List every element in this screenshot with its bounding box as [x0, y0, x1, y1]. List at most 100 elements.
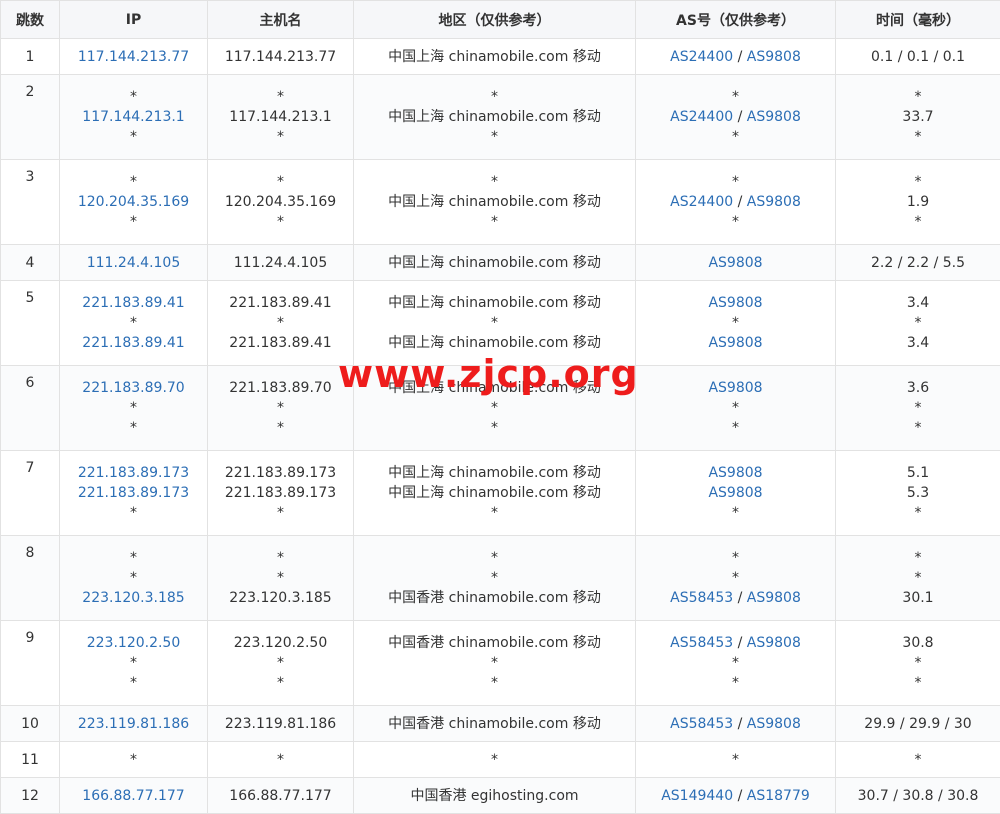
- hostname-text: *: [208, 418, 353, 438]
- hostname-cell: 223.119.81.186: [208, 706, 354, 742]
- table-row: 4111.24.4.105111.24.4.105中国上海 chinamobil…: [1, 245, 1000, 281]
- time-text: 3.6: [836, 378, 1000, 398]
- region-text: 中国上海 chinamobile.com 移动: [354, 293, 635, 313]
- as-link[interactable]: AS9808: [747, 635, 801, 651]
- region-text: *: [354, 750, 635, 770]
- hostname-text: 223.120.2.50: [208, 633, 353, 653]
- ip-cell: 223.119.81.186: [60, 706, 208, 742]
- time-cell: 29.9 / 29.9 / 30: [836, 706, 1000, 742]
- time-cell: 3.6**: [836, 366, 1000, 451]
- hostname-cell: 221.183.89.41*221.183.89.41: [208, 281, 354, 366]
- time-text: *: [836, 750, 1000, 770]
- as-link[interactable]: AS18779: [747, 788, 810, 804]
- as-separator: /: [733, 49, 747, 65]
- ip-text: *: [60, 172, 207, 192]
- hostname-cell: 221.183.89.70**: [208, 366, 354, 451]
- region-text: 中国上海 chinamobile.com 移动: [354, 253, 635, 273]
- as-text: *: [732, 129, 739, 145]
- ip-link[interactable]: 223.119.81.186: [60, 714, 207, 734]
- hostname-text: *: [208, 212, 353, 232]
- ip-link[interactable]: 117.144.213.1: [60, 107, 207, 127]
- as-text: *: [732, 400, 739, 416]
- time-text: *: [836, 653, 1000, 673]
- hostname-text: 223.119.81.186: [208, 714, 353, 734]
- as-text: *: [732, 550, 739, 566]
- as-link[interactable]: AS9808: [708, 380, 762, 396]
- time-text: *: [836, 398, 1000, 418]
- hostname-text: *: [208, 503, 353, 523]
- hostname-cell: *117.144.213.1*: [208, 75, 354, 160]
- time-cell: 30.8**: [836, 621, 1000, 706]
- ip-link[interactable]: 221.183.89.70: [60, 378, 207, 398]
- hostname-text: 221.183.89.41: [208, 333, 353, 353]
- ip-link[interactable]: 221.183.89.41: [60, 293, 207, 313]
- as-link[interactable]: AS24400: [670, 109, 733, 125]
- hostname-text: 223.120.3.185: [208, 588, 353, 608]
- hop-number: 11: [1, 742, 60, 778]
- as-number-cell: AS24400 / AS9808: [636, 39, 836, 75]
- hostname-text: *: [208, 568, 353, 588]
- as-link[interactable]: AS9808: [747, 716, 801, 732]
- ip-cell: **223.120.3.185: [60, 536, 208, 621]
- ip-text: *: [60, 398, 207, 418]
- ip-cell: *120.204.35.169*: [60, 160, 208, 245]
- ip-link[interactable]: 117.144.213.77: [60, 47, 207, 67]
- time-text: *: [836, 548, 1000, 568]
- as-number-cell: AS58453 / AS9808: [636, 706, 836, 742]
- as-link[interactable]: AS9808: [747, 49, 801, 65]
- hostname-text: 221.183.89.70: [208, 378, 353, 398]
- as-text: *: [732, 505, 739, 521]
- hostname-text: 117.144.213.77: [208, 47, 353, 67]
- ip-cell: 223.120.2.50**: [60, 621, 208, 706]
- as-number-cell: *: [636, 742, 836, 778]
- as-link[interactable]: AS58453: [670, 590, 733, 606]
- ip-link[interactable]: 221.183.89.41: [60, 333, 207, 353]
- as-number-cell: AS9808 AS9808 *: [636, 451, 836, 536]
- table-row: 10223.119.81.186223.119.81.186中国香港 china…: [1, 706, 1000, 742]
- ip-link[interactable]: 223.120.3.185: [60, 588, 207, 608]
- table-row: 12166.88.77.177166.88.77.177中国香港 egihost…: [1, 778, 1000, 814]
- hostname-text: 111.24.4.105: [208, 253, 353, 273]
- time-text: 3.4: [836, 293, 1000, 313]
- as-link[interactable]: AS9808: [747, 194, 801, 210]
- region-text: *: [354, 127, 635, 147]
- time-text: *: [836, 418, 1000, 438]
- as-link[interactable]: AS9808: [708, 255, 762, 271]
- time-text: 5.3: [836, 483, 1000, 503]
- ip-link[interactable]: 111.24.4.105: [60, 253, 207, 273]
- time-text: 33.7: [836, 107, 1000, 127]
- ip-link[interactable]: 120.204.35.169: [60, 192, 207, 212]
- hostname-text: *: [208, 313, 353, 333]
- header-ip: IP: [60, 1, 208, 39]
- as-link[interactable]: AS9808: [747, 590, 801, 606]
- region-text: 中国上海 chinamobile.com 移动: [354, 378, 635, 398]
- as-link[interactable]: AS9808: [747, 109, 801, 125]
- as-link[interactable]: AS149440: [661, 788, 733, 804]
- time-text: 2.2 / 2.2 / 5.5: [836, 253, 1000, 273]
- region-cell: 中国上海 chinamobile.com 移动*中国上海 chinamobile…: [354, 281, 636, 366]
- as-number-cell: AS149440 / AS18779: [636, 778, 836, 814]
- table-row: 3*120.204.35.169**120.204.35.169**中国上海 c…: [1, 160, 1000, 245]
- header-hop: 跳数: [1, 1, 60, 39]
- as-link[interactable]: AS9808: [708, 335, 762, 351]
- ip-text: *: [60, 750, 207, 770]
- as-link[interactable]: AS24400: [670, 194, 733, 210]
- header-time: 时间（毫秒）: [836, 1, 1000, 39]
- as-link[interactable]: AS24400: [670, 49, 733, 65]
- as-text: *: [732, 214, 739, 230]
- ip-text: *: [60, 87, 207, 107]
- ip-link[interactable]: 223.120.2.50: [60, 633, 207, 653]
- ip-link[interactable]: 221.183.89.173: [60, 483, 207, 503]
- hop-number: 9: [1, 621, 60, 706]
- region-cell: 中国上海 chinamobile.com 移动中国上海 chinamobile.…: [354, 451, 636, 536]
- time-text: 30.1: [836, 588, 1000, 608]
- as-link[interactable]: AS58453: [670, 716, 733, 732]
- as-link[interactable]: AS58453: [670, 635, 733, 651]
- ip-link[interactable]: 221.183.89.173: [60, 463, 207, 483]
- as-link[interactable]: AS9808: [708, 485, 762, 501]
- ip-link[interactable]: 166.88.77.177: [60, 786, 207, 806]
- as-link[interactable]: AS9808: [708, 295, 762, 311]
- ip-cell: 117.144.213.77: [60, 39, 208, 75]
- table-row: 7221.183.89.173221.183.89.173*221.183.89…: [1, 451, 1000, 536]
- as-link[interactable]: AS9808: [708, 465, 762, 481]
